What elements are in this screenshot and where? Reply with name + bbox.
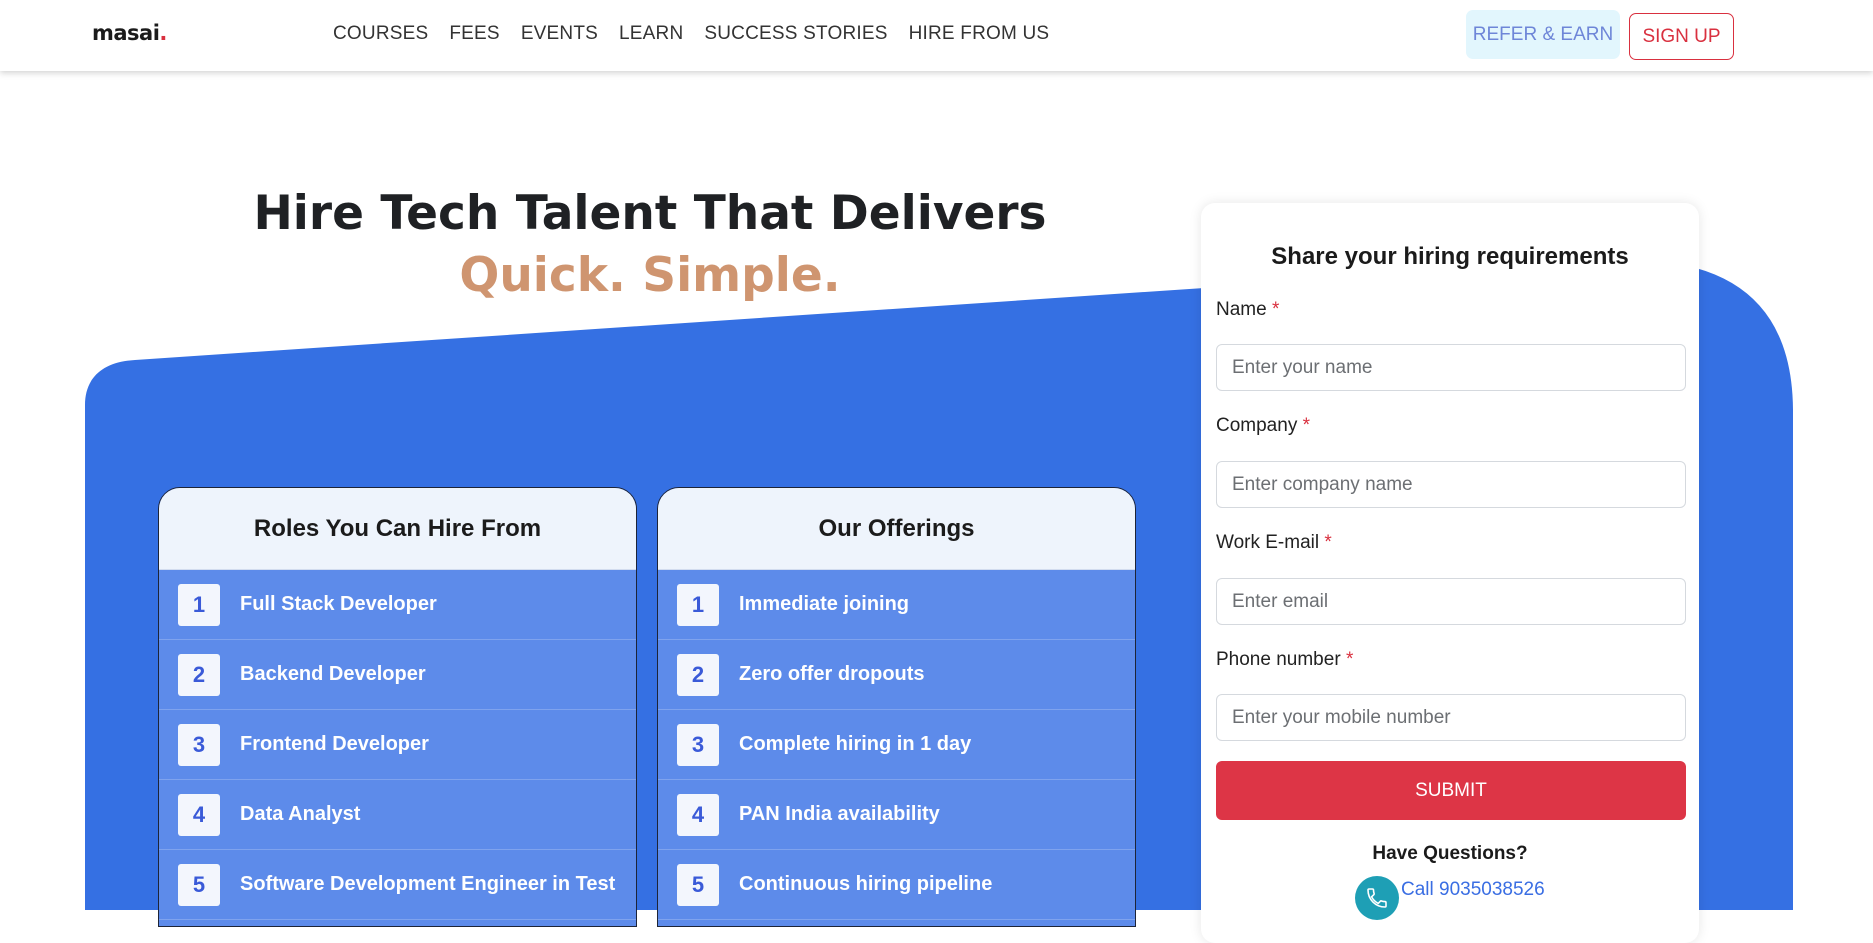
call-link[interactable]: Call 9035038526 [1401, 879, 1545, 901]
hero-subtitle: Quick. Simple. [459, 248, 841, 303]
list-number: 3 [677, 723, 719, 766]
list-item: 1 Immediate joining [658, 570, 1135, 640]
name-label: Name * [1216, 299, 1280, 320]
list-number: 5 [677, 863, 719, 906]
list-item: 4 Data Analyst [159, 780, 636, 850]
email-label: Work E-mail * [1216, 532, 1332, 553]
list-item-label: Continuous hiring pipeline [739, 873, 993, 895]
list-item-label: PAN India availability [739, 803, 940, 825]
nav-events[interactable]: EVENTS [521, 23, 598, 45]
list-item-label: Backend Developer [240, 663, 426, 685]
list-item: 3 Complete hiring in 1 day [658, 710, 1135, 780]
site-header: masai. COURSES FEES EVENTS LEARN SUCCESS… [0, 0, 1873, 71]
nav-fees[interactable]: FEES [449, 23, 499, 45]
company-field[interactable] [1216, 461, 1686, 508]
list-number: 4 [178, 793, 220, 836]
offerings-card: Our Offerings 1 Immediate joining 2 Zero… [657, 487, 1136, 927]
hiring-form: Share your hiring requirements Name * Co… [1201, 203, 1699, 943]
list-item: 4 PAN India availability [658, 780, 1135, 850]
refer-earn-button[interactable]: REFER & EARN [1466, 10, 1620, 59]
phone-label: Phone number * [1216, 649, 1354, 670]
sign-up-button[interactable]: SIGN UP [1629, 13, 1734, 60]
list-item: 3 Frontend Developer [159, 710, 636, 780]
list-item-label: Frontend Developer [240, 733, 429, 755]
roles-card: Roles You Can Hire From 1 Full Stack Dev… [158, 487, 637, 927]
list-number: 1 [677, 583, 719, 626]
list-number: 1 [178, 583, 220, 626]
list-item: 2 Zero offer dropouts [658, 640, 1135, 710]
nav-success-stories[interactable]: SUCCESS STORIES [704, 23, 887, 45]
list-item-label: Immediate joining [739, 593, 910, 615]
list-item-label: Full Stack Developer [240, 593, 437, 615]
hero-title: Hire Tech Talent That Delivers [253, 186, 1047, 241]
offerings-card-title: Our Offerings [658, 488, 1135, 570]
phone-icon[interactable] [1355, 876, 1399, 920]
nav-courses[interactable]: COURSES [333, 23, 428, 45]
list-number: 3 [178, 723, 220, 766]
company-label: Company * [1216, 415, 1311, 436]
have-questions-label: Have Questions? [1372, 843, 1528, 864]
list-number: 2 [677, 653, 719, 696]
nav-hire-from-us[interactable]: HIRE FROM US [909, 23, 1050, 45]
list-number: 2 [178, 653, 220, 696]
email-field[interactable] [1216, 578, 1686, 625]
list-item: 2 Backend Developer [159, 640, 636, 710]
nav-learn[interactable]: LEARN [619, 23, 683, 45]
list-number: 4 [677, 793, 719, 836]
list-item-label: Complete hiring in 1 day [739, 733, 972, 755]
masai-logo[interactable]: masai. [92, 21, 167, 45]
list-number: 5 [178, 863, 220, 906]
phone-field[interactable] [1216, 694, 1686, 741]
roles-card-title: Roles You Can Hire From [159, 488, 636, 570]
list-item-label: Zero offer dropouts [739, 663, 925, 685]
form-title: Share your hiring requirements [1271, 243, 1629, 270]
name-field[interactable] [1216, 344, 1686, 391]
list-item: 1 Full Stack Developer [159, 570, 636, 640]
list-item-label: Software Development Engineer in Test [240, 873, 616, 895]
submit-button[interactable]: SUBMIT [1216, 761, 1686, 820]
main-nav: COURSES FEES EVENTS LEARN SUCCESS STORIE… [333, 23, 1049, 45]
list-item-label: Data Analyst [240, 803, 361, 825]
